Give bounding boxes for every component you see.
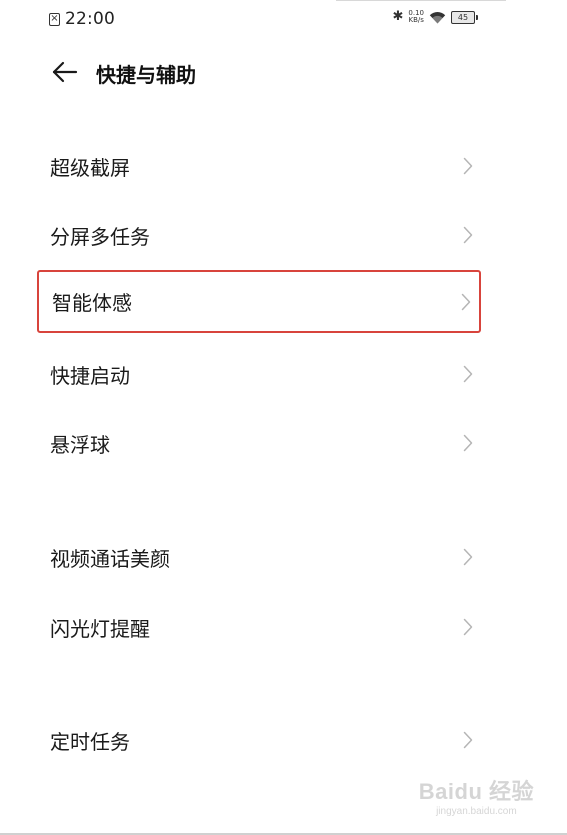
back-arrow-icon [52,61,78,83]
settings-item-label: 快捷启动 [50,363,130,388]
status-right: ✱ 0.10 KB/s 45 [392,9,478,24]
bluetooth-icon: ✱ [392,9,404,24]
chevron-right-icon [463,731,473,749]
page-title: 快捷与辅助 [96,63,196,87]
back-button[interactable] [50,58,80,86]
status-time: 22:00 [65,9,115,29]
battery-level: 45 [457,12,469,22]
settings-item-floating-ball[interactable]: 悬浮球 [37,411,481,475]
page-header: 快捷与辅助 [0,52,567,92]
settings-item-label: 智能体感 [52,291,132,315]
baidu-watermark: Baidu 经验 jingyan.baidu.com [419,774,534,817]
chevron-right-icon [463,434,473,452]
chevron-right-icon [461,293,471,310]
status-left: 22:00 [49,9,115,29]
settings-item-label: 分屏多任务 [50,224,150,249]
sim-card-icon [49,11,60,27]
settings-item-smart-motion[interactable]: 智能体感 [37,270,481,333]
settings-item-super-screenshot[interactable]: 超级截屏 [37,134,481,198]
settings-item-video-call-beauty[interactable]: 视频通话美颜 [37,525,481,589]
chevron-right-icon [463,618,473,636]
settings-item-flash-alert[interactable]: 闪光灯提醒 [37,595,481,659]
watermark-logo-text: Baidu 经验 [418,779,534,804]
settings-item-label: 悬浮球 [50,432,110,457]
chevron-right-icon [463,226,473,244]
wifi-icon [429,11,446,24]
settings-item-label: 视频通话美颜 [50,546,170,571]
chevron-right-icon [463,548,473,566]
settings-item-scheduled-tasks[interactable]: 定时任务 [37,708,481,772]
settings-item-quick-launch[interactable]: 快捷启动 [37,342,481,406]
status-bar: 22:00 ✱ 0.10 KB/s 45 [0,0,567,40]
watermark-url: jingyan.baidu.com [436,806,517,817]
battery-icon: 45 [451,10,478,24]
settings-item-label: 超级截屏 [50,155,130,180]
settings-screen: 22:00 ✱ 0.10 KB/s 45 [0,0,567,835]
settings-item-split-screen[interactable]: 分屏多任务 [37,203,481,267]
settings-item-label: 定时任务 [50,729,130,754]
chevron-right-icon [463,157,473,175]
network-speed-unit: KB/s [408,16,424,24]
settings-item-label: 闪光灯提醒 [50,616,150,641]
chevron-right-icon [463,365,473,383]
network-speed: 0.10 KB/s [408,10,424,24]
